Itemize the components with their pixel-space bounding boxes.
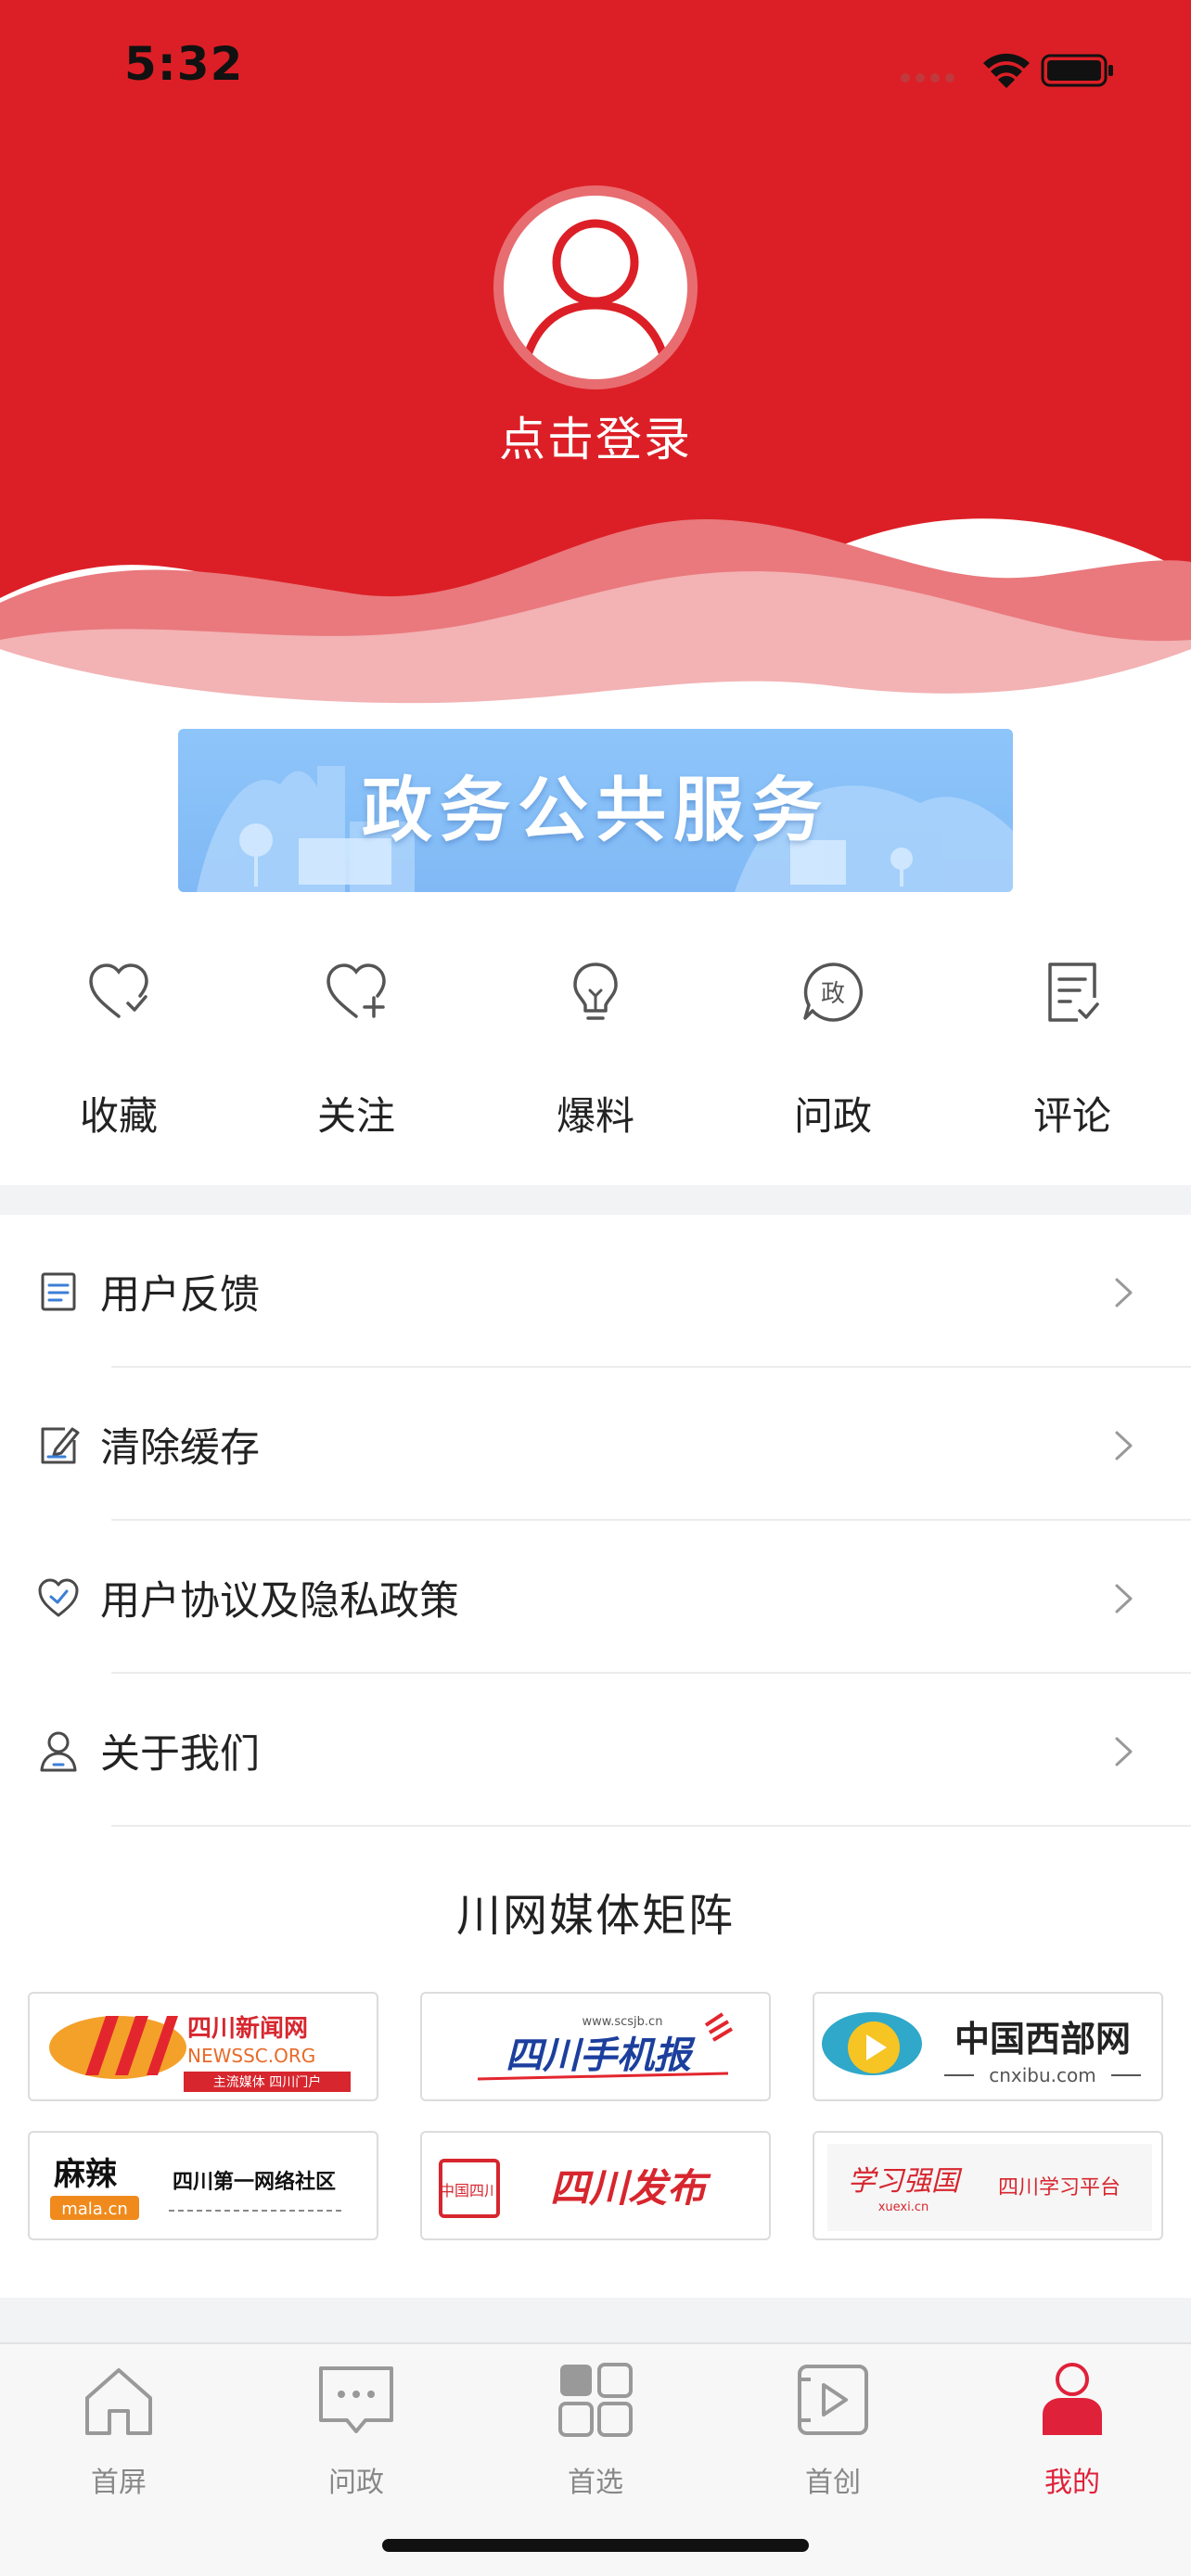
action-tipoff[interactable]: 爆料 [503, 955, 688, 1159]
action-label: 关注 [316, 1093, 395, 1139]
section-divider [0, 2298, 1191, 2342]
tab-featured[interactable]: 首选 [503, 2344, 688, 2499]
scsjb-logo: www.scsjb.cn 四川手机报 [477, 2012, 734, 2081]
tab-label: 首选 [568, 2467, 623, 2499]
zheng-chat-icon: 政 [803, 963, 864, 1022]
action-label: 收藏 [79, 1093, 158, 1139]
tab-label: 首屏 [91, 2467, 147, 2499]
heart-plus-icon [327, 963, 386, 1018]
tab-label: 我的 [1044, 2467, 1100, 2499]
svg-text:四川第一网络社区: 四川第一网络社区 [173, 2170, 336, 2194]
menu-item-privacy[interactable]: 用户协议及隐私政策 [0, 1521, 1191, 1674]
user-icon [40, 1731, 77, 1772]
svg-text:学习强国: 学习强国 [848, 2165, 963, 2198]
svg-text:cnxibu.com: cnxibu.com [989, 2064, 1096, 2086]
svg-text:政: 政 [821, 980, 845, 1008]
logo-cnxibu[interactable]: 中国西部网 cnxibu.com [813, 1992, 1163, 2101]
wifi-icon [983, 53, 1030, 88]
xuexi-logo: 学习强国 xuexi.cn 四川学习平台 [827, 2144, 1152, 2231]
logo-scsjb[interactable]: www.scsjb.cn 四川手机报 [420, 1992, 771, 2101]
scfb-logo: 中国四川 四川发布 [439, 2159, 711, 2218]
chevron-right-icon [1115, 1737, 1133, 1766]
tab-mine[interactable]: 我的 [980, 2344, 1165, 2499]
action-label: 爆料 [556, 1093, 634, 1139]
home-icon [85, 2368, 152, 2435]
tab-inquiry[interactable]: 问政 [263, 2344, 449, 2499]
menu-item-clear-cache[interactable]: 清除缓存 [0, 1368, 1191, 1521]
chevron-right-icon [1115, 1431, 1133, 1460]
cellular-signal-icon [901, 73, 954, 83]
menu-item-feedback[interactable]: 用户反馈 [0, 1215, 1191, 1368]
menu-item-label: 用户协议及隐私政策 [100, 1578, 459, 1625]
action-inquiry[interactable]: 政 问政 [740, 955, 926, 1159]
status-bar: 5:32 [0, 0, 1191, 130]
logo-scfb[interactable]: 中国四川 四川发布 [420, 2131, 771, 2240]
grid-icon [558, 2363, 633, 2437]
svg-text:麻辣: 麻辣 [54, 2156, 118, 2193]
svg-text:四川学习平台: 四川学习平台 [998, 2176, 1121, 2200]
action-comments[interactable]: 评论 [980, 955, 1165, 1159]
cnxibu-logo: 中国西部网 cnxibu.com [822, 2012, 1141, 2086]
chevron-right-icon [1115, 1584, 1133, 1613]
divider [111, 1825, 1191, 1827]
svg-text:四川发布: 四川发布 [550, 2165, 711, 2211]
tab-original[interactable]: 首创 [740, 2344, 926, 2499]
banner-title: 政务公共服务 [362, 769, 829, 851]
home-indicator[interactable] [382, 2539, 809, 2552]
svg-text:主流媒体 四川门户: 主流媒体 四川门户 [213, 2074, 321, 2090]
svg-text:www.scsjb.cn: www.scsjb.cn [583, 2015, 663, 2029]
status-time: 5:32 [124, 37, 244, 91]
chat-bubble-icon [319, 2366, 393, 2433]
heart-check-icon [89, 963, 148, 1018]
tab-label: 问政 [328, 2467, 384, 2499]
action-label: 问政 [793, 1093, 872, 1139]
svg-text:中国四川: 中国四川 [440, 2182, 499, 2200]
status-icons [901, 53, 1113, 88]
logo-xuexi[interactable]: 学习强国 xuexi.cn 四川学习平台 [813, 2131, 1163, 2240]
profile-header: 5:32 点击登录 [0, 0, 1191, 714]
avatar[interactable] [504, 196, 687, 379]
heart-shield-icon [38, 1578, 79, 1617]
comment-doc-icon [1048, 963, 1099, 1022]
logo-newssc[interactable]: 四川新闻网 NEWSSC.ORG 主流媒体 四川门户 [28, 1992, 378, 2101]
newssc-logo: 四川新闻网 NEWSSC.ORG 主流媒体 四川门户 [49, 2014, 351, 2092]
svg-text:xuexi.cn: xuexi.cn [878, 2200, 929, 2214]
menu-item-label: 关于我们 [100, 1731, 260, 1778]
tab-home[interactable]: 首屏 [26, 2344, 211, 2499]
menu-item-label: 清除缓存 [100, 1425, 260, 1472]
svg-text:四川新闻网: 四川新闻网 [187, 2014, 308, 2043]
lightbulb-icon [573, 963, 618, 1020]
svg-text:中国西部网: 中国西部网 [954, 2019, 1131, 2060]
media-matrix-title: 川网媒体矩阵 [455, 1890, 735, 1942]
settings-menu: 用户反馈 清除缓存 用户协议及隐私政策 关于我们 [0, 1215, 1191, 1827]
user-avatar-icon [518, 219, 673, 379]
battery-icon [1041, 54, 1113, 87]
document-icon [41, 1272, 76, 1311]
menu-item-about[interactable]: 关于我们 [0, 1674, 1191, 1827]
login-link[interactable]: 点击登录 [0, 402, 1191, 469]
chevron-right-icon [1115, 1278, 1133, 1307]
video-play-icon [798, 2365, 868, 2435]
profile-icon [1043, 2363, 1102, 2435]
edit-icon [41, 1427, 80, 1464]
svg-text:NEWSSC.ORG: NEWSSC.ORG [187, 2045, 315, 2067]
menu-item-label: 用户反馈 [100, 1272, 260, 1319]
action-label: 评论 [1032, 1093, 1111, 1139]
quick-actions: 收藏 关注 爆料 政 问政 评论 [0, 955, 1191, 1159]
tab-label: 首创 [805, 2467, 861, 2499]
logo-mala[interactable]: 麻辣 mala.cn 四川第一网络社区 [28, 2131, 378, 2240]
action-follow[interactable]: 关注 [263, 955, 449, 1159]
gov-service-banner[interactable]: 政务公共服务 [178, 729, 1013, 892]
action-favorites[interactable]: 收藏 [26, 955, 211, 1159]
svg-text:四川手机报: 四川手机报 [506, 2034, 696, 2077]
section-divider [0, 1185, 1191, 1215]
svg-text:mala.cn: mala.cn [61, 2200, 128, 2219]
mala-logo: 麻辣 mala.cn 四川第一网络社区 [50, 2156, 341, 2220]
